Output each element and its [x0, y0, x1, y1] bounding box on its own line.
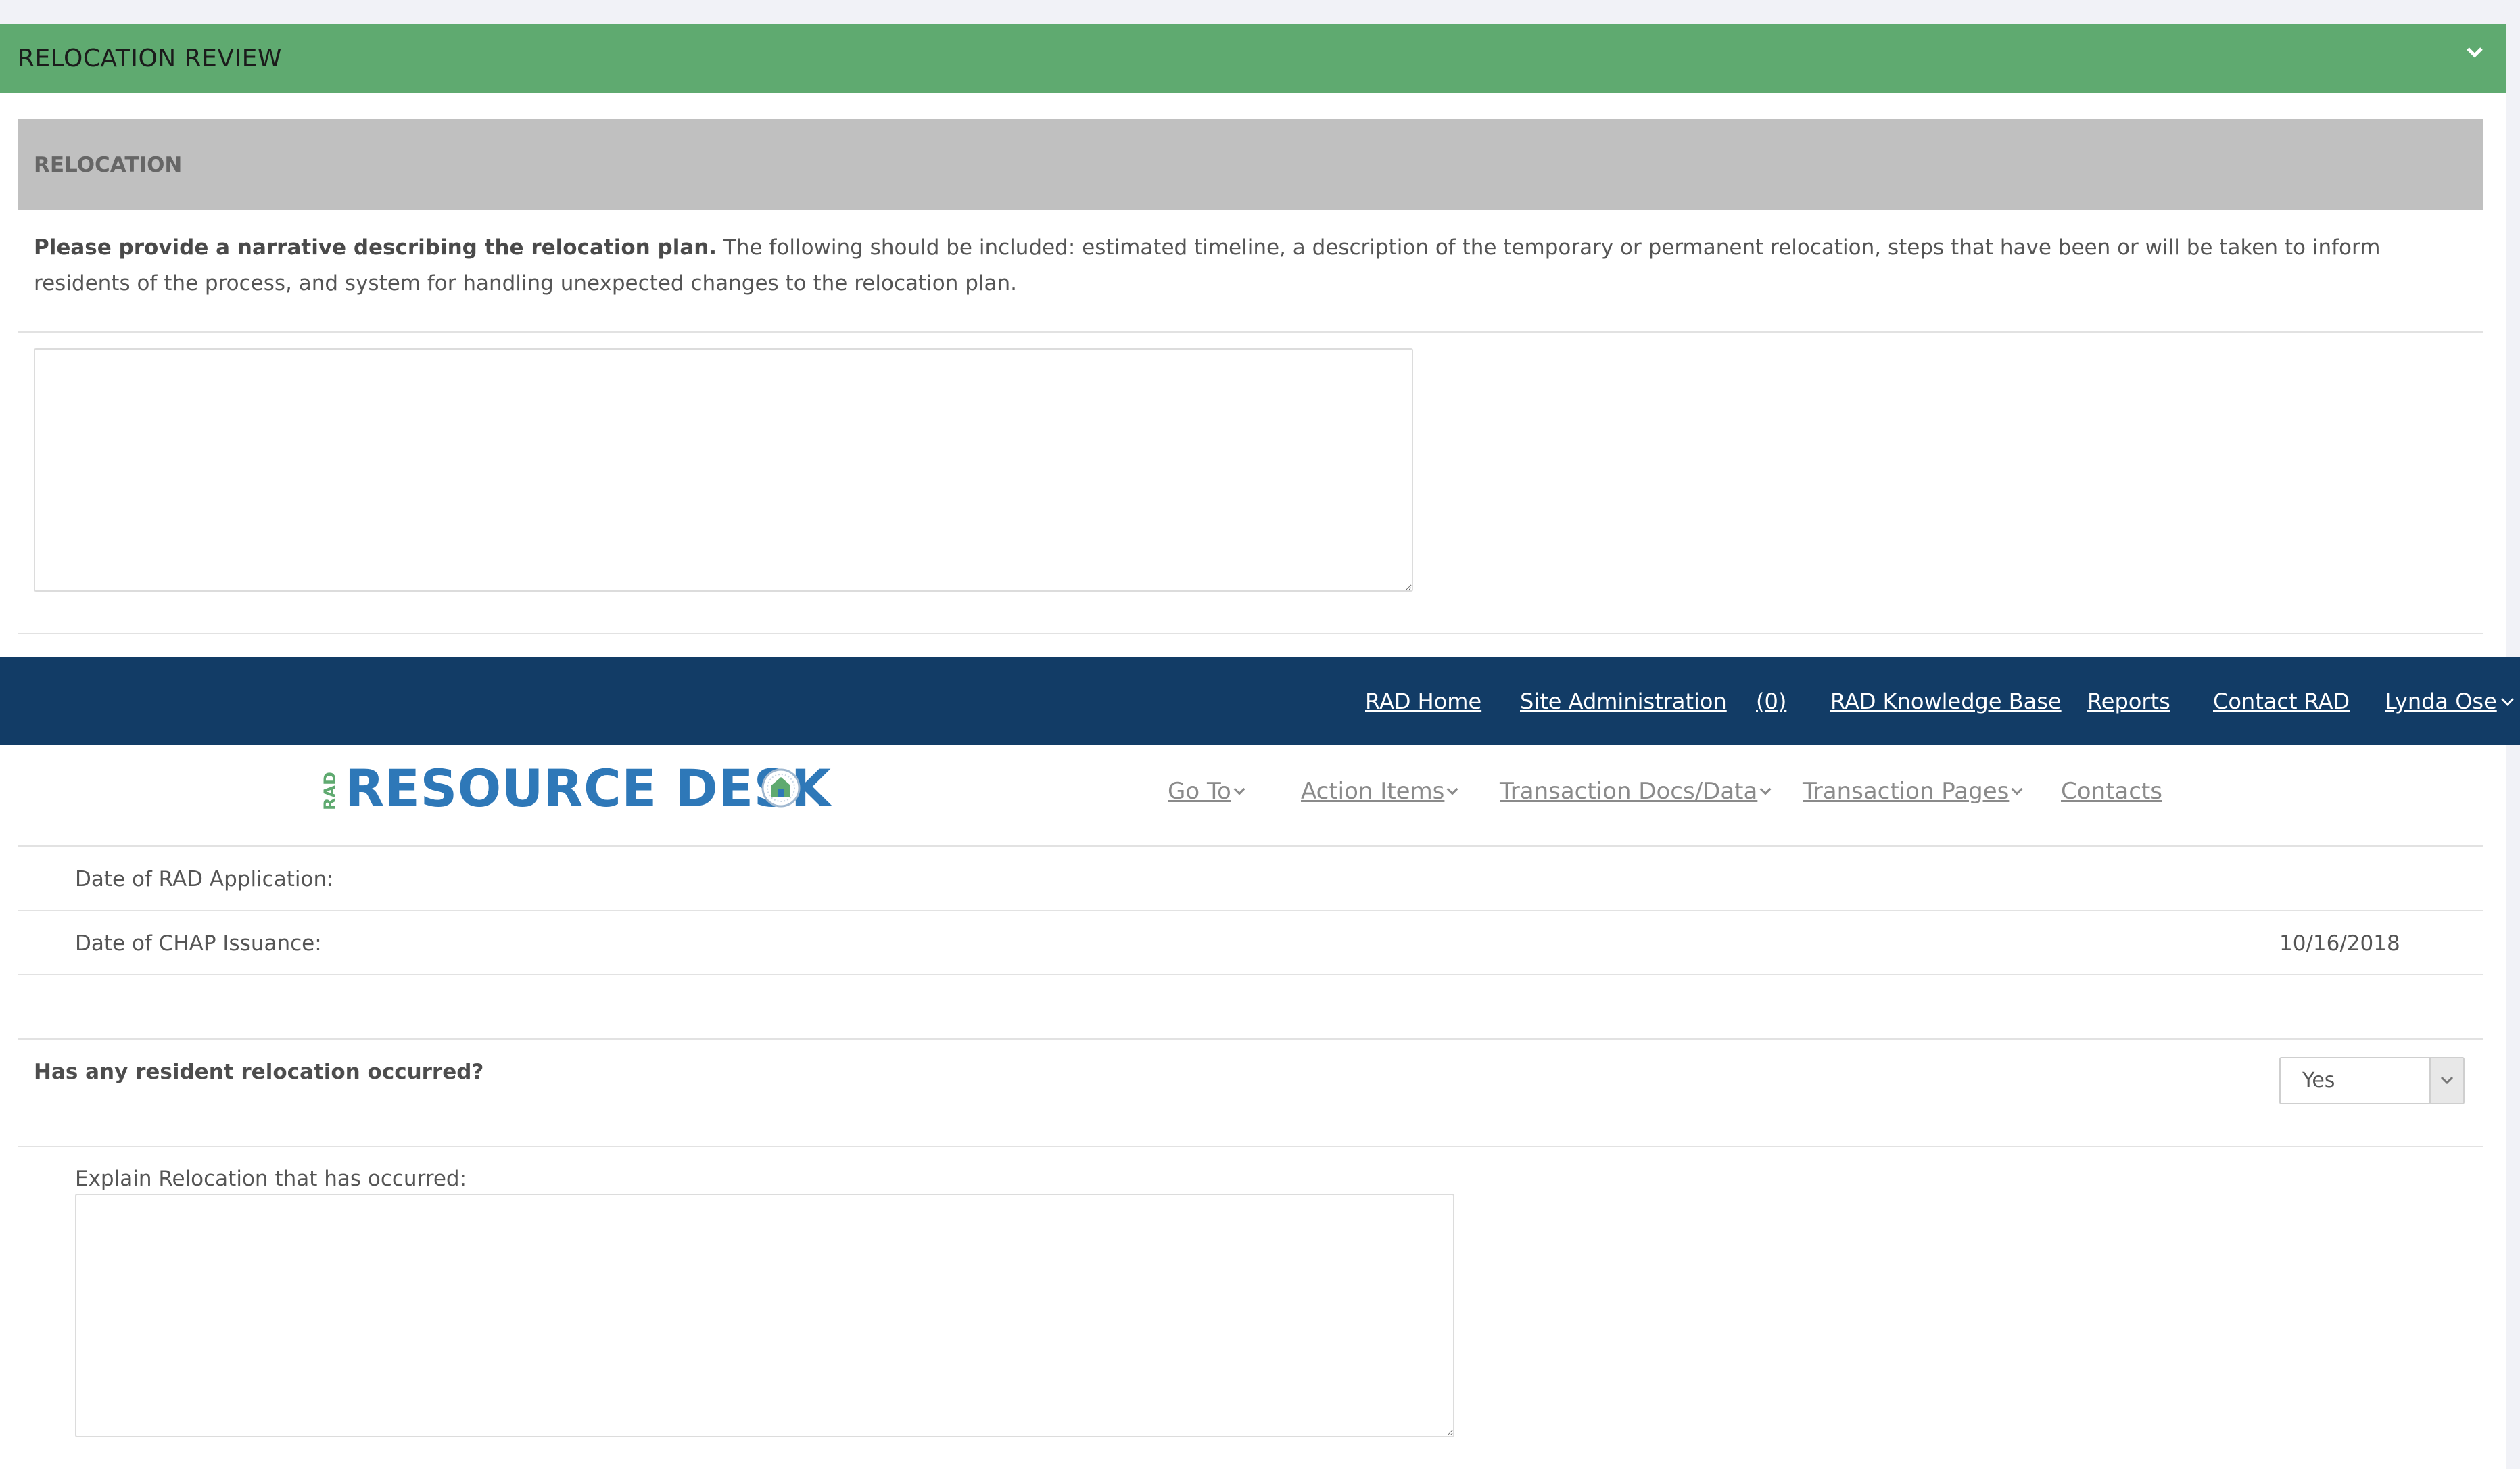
divider — [18, 1038, 2483, 1040]
nav-rad-knowledge-base[interactable]: RAD Knowledge Base — [1830, 689, 2062, 714]
narrative-bold-text: Please provide a narrative describing th… — [34, 235, 717, 260]
hud-seal-icon — [761, 768, 801, 808]
nav-rad-home[interactable]: RAD Home — [1365, 689, 1481, 714]
page-scroll-gutter — [2506, 0, 2520, 657]
relocation-review-title: RELOCATION REVIEW — [18, 45, 282, 72]
nav-reports[interactable]: Reports — [2087, 689, 2170, 714]
subnav-action-items-label: Action Items — [1301, 778, 1445, 805]
relocation-narrative-instructions: Please provide a narrative describing th… — [34, 230, 2441, 302]
divider — [18, 1146, 2483, 1147]
relocation-review-header[interactable] — [0, 24, 2506, 93]
relocation-occurred-value: Yes — [2302, 1069, 2335, 1092]
subnav-transaction-pages-label: Transaction Pages — [1803, 778, 2010, 805]
logo-rad-text: RAD — [320, 772, 339, 810]
select-dropdown-button[interactable] — [2429, 1058, 2463, 1103]
date-chap-issuance-value: 10/16/2018 — [2279, 931, 2400, 956]
chevron-down-icon — [1446, 783, 1458, 795]
explain-relocation-textarea[interactable] — [75, 1194, 1454, 1437]
chevron-down-icon — [1759, 783, 1772, 795]
divider — [18, 974, 2483, 975]
subnav-go-to-label: Go To — [1168, 778, 1231, 805]
logo-resource-desk: RESOURCE DESK — [345, 758, 832, 818]
chevron-down-icon[interactable] — [2461, 39, 2488, 66]
subnav-go-to[interactable]: Go To — [1168, 778, 1245, 805]
relocation-narrative-textarea[interactable] — [34, 348, 1413, 592]
subnav-transaction-docs[interactable]: Transaction Docs/Data — [1500, 778, 1772, 805]
chevron-down-icon — [2501, 693, 2514, 706]
divider — [18, 910, 2483, 911]
date-chap-issuance-label: Date of CHAP Issuance: — [75, 931, 322, 956]
subnav-action-items[interactable]: Action Items — [1301, 778, 1458, 805]
logo-rad-prefix: RAD — [318, 771, 341, 812]
page-scroll-gutter — [2506, 745, 2520, 1469]
user-name: Lynda Ose — [2385, 689, 2497, 714]
date-rad-application-label: Date of RAD Application: — [75, 867, 334, 891]
divider — [18, 633, 2483, 634]
nav-site-administration[interactable]: Site Administration — [1520, 689, 1727, 714]
explain-relocation-label: Explain Relocation that has occurred: — [75, 1167, 467, 1191]
chevron-down-icon — [1233, 783, 1245, 795]
relocation-subheader-title: RELOCATION — [34, 153, 183, 177]
subnav-transaction-pages[interactable]: Transaction Pages — [1803, 778, 2023, 805]
subnav-contacts[interactable]: Contacts — [2061, 778, 2162, 805]
divider — [18, 331, 2483, 333]
relocation-occurred-question: Has any resident relocation occurred? — [34, 1060, 484, 1084]
subnav-transaction-docs-label: Transaction Docs/Data — [1500, 778, 1758, 805]
relocation-subheader — [18, 119, 2483, 210]
divider — [18, 845, 2483, 847]
nav-notification-count[interactable]: (0) — [1756, 689, 1786, 714]
nav-contact-rad[interactable]: Contact RAD — [2213, 689, 2350, 714]
chevron-down-icon — [2011, 783, 2023, 795]
nav-user-menu[interactable]: Lynda Ose — [2385, 689, 2514, 714]
